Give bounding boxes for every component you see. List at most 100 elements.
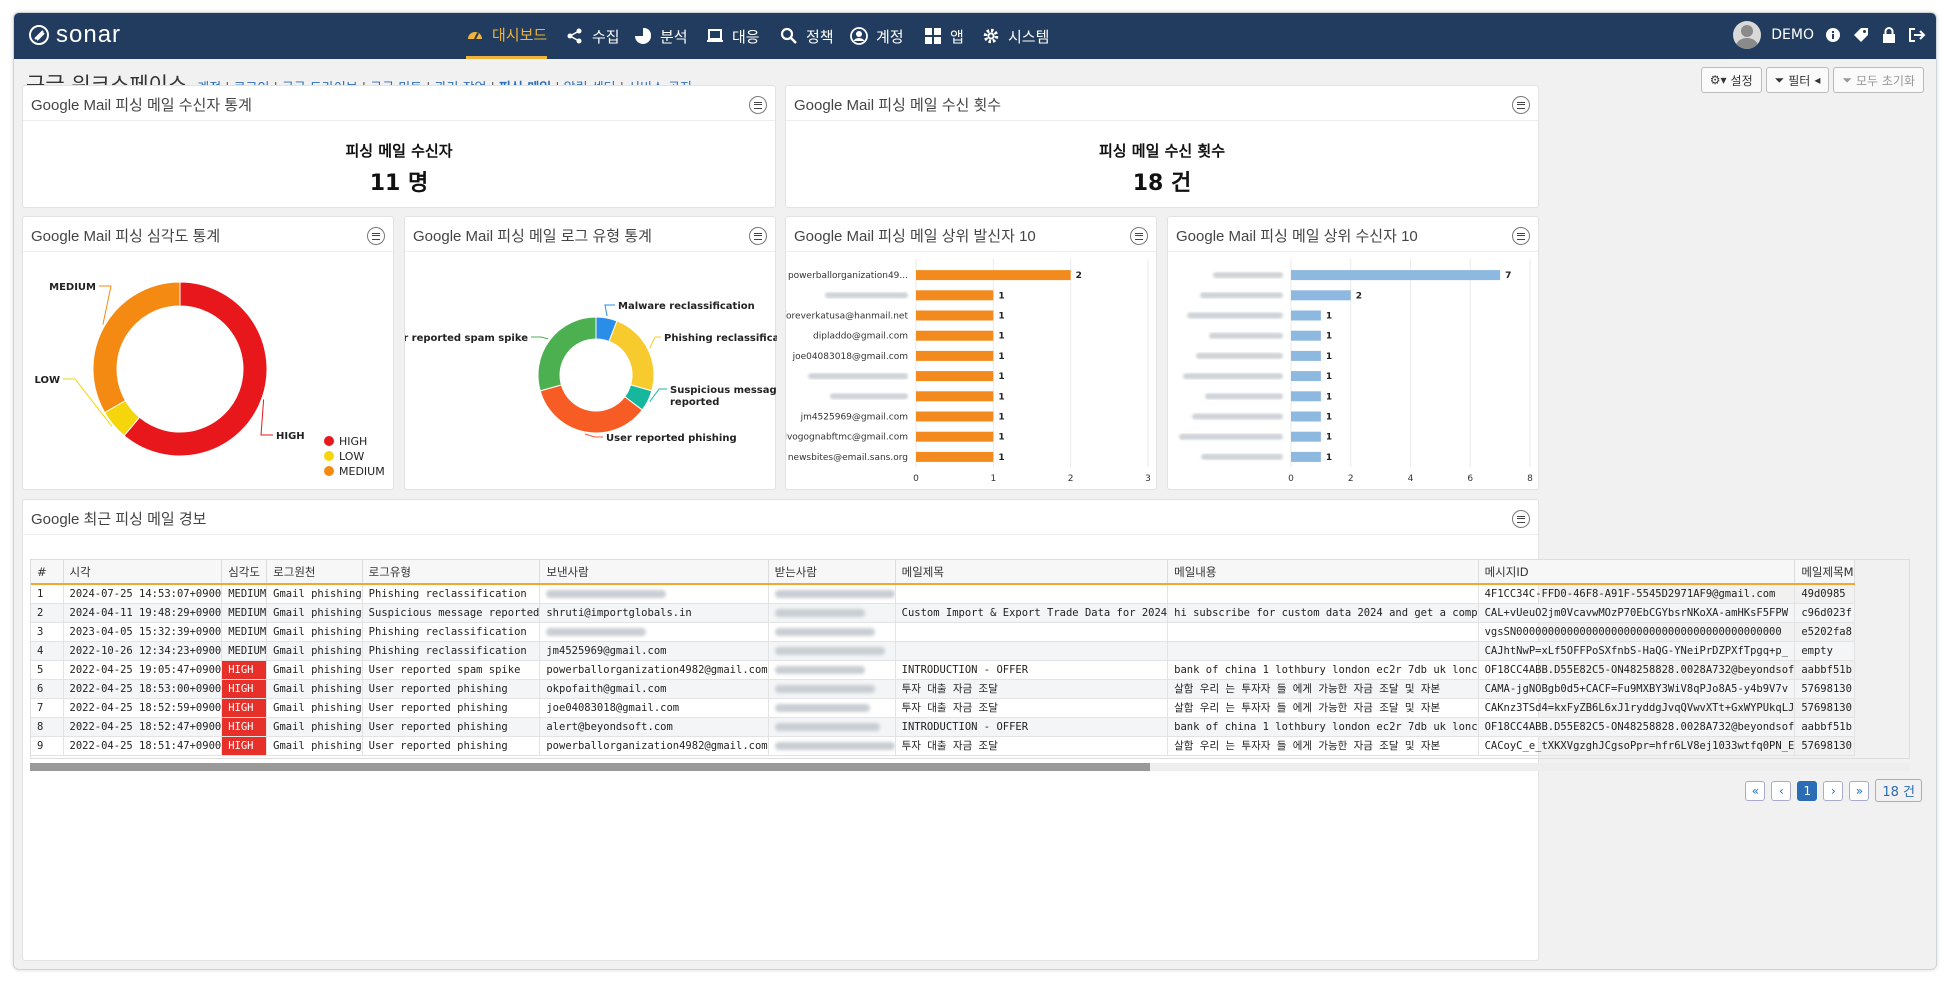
panel-menu-button[interactable] [749, 96, 767, 114]
table-row[interactable]: 6 2022-04-25 18:53:00+0900 HIGH Gmail phish… [31, 679, 1856, 699]
bar[interactable] [916, 431, 994, 442]
bar[interactable] [1291, 310, 1321, 321]
nav-item-2[interactable]: 분석 [634, 13, 688, 59]
nav-item-0[interactable]: 대시보드 [466, 13, 548, 59]
bar[interactable] [1291, 391, 1321, 402]
first-page-button[interactable]: « [1745, 780, 1766, 801]
nav-item-label: 계정 [876, 27, 904, 46]
filter-button[interactable]: ⏷ 필터 ◂ [1765, 67, 1830, 93]
panel-menu-button[interactable] [367, 227, 385, 245]
bar[interactable] [916, 371, 994, 382]
table-row[interactable]: 2 2024-04-11 19:48:29+0900 MEDIUM Gmail phi… [31, 603, 1856, 623]
panel-title: Google Mail 피싱 메일 상위 수신자 10 [1176, 228, 1418, 245]
nav-item-5[interactable]: 계정 [850, 13, 904, 59]
bar[interactable] [916, 330, 994, 341]
bar[interactable] [1291, 350, 1321, 361]
last-page-button[interactable]: » [1849, 780, 1870, 801]
column-header[interactable]: 시각 [63, 560, 223, 585]
table-row[interactable]: 5 2022-04-25 19:05:47+0900 HIGH Gmail phish… [31, 660, 1856, 680]
table-cell: 2022-04-25 18:52:47+0900 [63, 717, 223, 737]
bar[interactable] [1291, 431, 1321, 442]
username[interactable]: DEMO [1771, 27, 1814, 43]
reset-all-button[interactable]: ⏷ 모두 초기화 [1833, 67, 1924, 93]
info-icon[interactable] [1824, 26, 1842, 44]
data-label: 1 [1326, 352, 1332, 362]
column-header[interactable]: 보낸사람 [539, 560, 769, 585]
search-icon [780, 27, 798, 45]
column-header[interactable]: # [31, 560, 64, 585]
table-cell [768, 641, 896, 661]
bar[interactable] [916, 391, 994, 402]
column-header[interactable]: 메일내용 [1167, 560, 1479, 585]
bar[interactable] [1291, 290, 1351, 301]
slice-medium[interactable] [92, 281, 181, 414]
legend-label[interactable]: LOW [339, 450, 364, 463]
next-page-button[interactable]: › [1823, 780, 1844, 801]
bar[interactable] [916, 451, 994, 462]
table-cell: Gmail phishing [266, 717, 363, 737]
bar[interactable] [916, 411, 994, 422]
redacted-label [1183, 373, 1283, 380]
table-cell: INTRODUCTION - OFFER [895, 660, 1169, 680]
legend-marker[interactable] [324, 436, 334, 446]
table-cell: User reported phishing [362, 679, 541, 699]
slice-user-reported-spam-spike[interactable] [537, 316, 597, 392]
nav-item-4[interactable]: 정책 [780, 13, 834, 59]
nav-item-6[interactable]: 앱 [924, 13, 964, 59]
nav-item-3[interactable]: 대응 [706, 13, 760, 59]
table-cell [768, 679, 896, 699]
legend-label[interactable]: HIGH [339, 435, 367, 448]
nav-item-1[interactable]: 수집 [566, 13, 620, 59]
bar[interactable] [1291, 270, 1501, 281]
bar[interactable] [916, 270, 1071, 281]
redacted-label [1201, 453, 1283, 460]
bar[interactable] [1291, 451, 1321, 462]
table-cell: okpofaith@gmail.com [539, 679, 769, 699]
slice-user-reported-phishing[interactable] [539, 384, 643, 434]
legend-marker[interactable] [324, 466, 334, 476]
legend-label[interactable]: MEDIUM [339, 465, 385, 478]
legend-marker[interactable] [324, 451, 334, 461]
column-header[interactable]: 메일제목M [1794, 560, 1856, 585]
data-label: 1 [998, 433, 1004, 443]
column-header[interactable]: 로그유형 [362, 560, 541, 585]
bar[interactable] [1291, 371, 1321, 382]
table-row[interactable]: 3 2023-04-05 15:32:39+0900 MEDIUM Gmail phi… [31, 622, 1856, 642]
column-header[interactable]: 심각도 [221, 560, 268, 585]
settings-button[interactable]: ⚙▾ 설정 [1700, 67, 1762, 93]
panel-menu-button[interactable] [749, 227, 767, 245]
y-tick-label: foreverkatusa@hanmail.net [786, 312, 908, 322]
column-header[interactable]: 메일제목 [895, 560, 1169, 585]
table-row[interactable]: 1 2024-07-25 14:53:07+0900 MEDIUM Gmail phi… [31, 584, 1856, 604]
brand-logo[interactable]: sonar [28, 21, 121, 49]
column-header[interactable]: 받는사람 [768, 560, 896, 585]
slice-connector [531, 336, 549, 340]
panel-menu-button[interactable] [1512, 227, 1530, 245]
table-cell: Phishing reclassification [362, 641, 541, 661]
table-row[interactable]: 9 2022-04-25 18:51:47+0900 HIGH Gmail phish… [31, 736, 1856, 756]
current-page-button[interactable]: 1 [1797, 780, 1818, 801]
bar[interactable] [916, 350, 994, 361]
table-row[interactable]: 8 2022-04-25 18:52:47+0900 HIGH Gmail phish… [31, 717, 1856, 737]
data-label: 1 [1326, 392, 1332, 402]
table-row[interactable]: 4 2022-10-26 12:34:23+0900 MEDIUM Gmail phi… [31, 641, 1856, 661]
bar[interactable] [916, 290, 994, 301]
table-row[interactable]: 7 2022-04-25 18:52:59+0900 HIGH Gmail phish… [31, 698, 1856, 718]
panel-menu-button[interactable] [1130, 227, 1148, 245]
tag-icon[interactable] [1852, 26, 1870, 44]
slice-phishing-reclassification[interactable] [608, 320, 655, 392]
nav-item-7[interactable]: 시스템 [982, 13, 1049, 59]
lock-icon[interactable] [1880, 26, 1898, 44]
table-cell: 2023-04-05 15:32:39+0900 [63, 622, 223, 642]
column-header[interactable]: 메시지ID [1478, 560, 1796, 585]
panel-title: Google Mail 피싱 메일 수신자 통계 [31, 97, 252, 114]
logout-icon[interactable] [1908, 26, 1926, 44]
panel-menu-button[interactable] [1512, 96, 1530, 114]
bar[interactable] [916, 310, 994, 321]
avatar[interactable] [1733, 21, 1762, 49]
bar[interactable] [1291, 330, 1321, 341]
column-header[interactable]: 로그원천 [266, 560, 363, 585]
prev-page-button[interactable]: ‹ [1771, 780, 1792, 801]
horizontal-scrollbar[interactable] [30, 763, 1910, 771]
bar[interactable] [1291, 411, 1321, 422]
